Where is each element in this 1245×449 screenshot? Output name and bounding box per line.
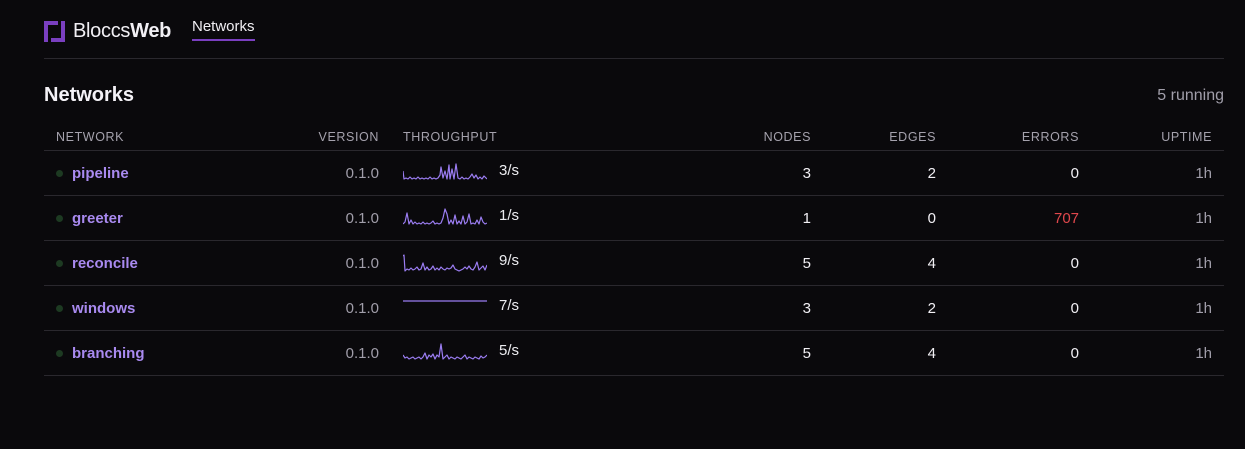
uptime-cell: 1h	[1091, 150, 1225, 196]
brand-name: BloccsWeb	[73, 20, 171, 43]
version-cell: 0.1.0	[274, 240, 391, 286]
col-header-edges[interactable]: EDGES	[823, 123, 949, 151]
throughput-sparkline-cell	[391, 240, 487, 286]
uptime-cell: 1h	[1091, 330, 1225, 376]
status-dot-icon	[56, 349, 63, 357]
col-header-network[interactable]: NETWORK	[44, 123, 274, 151]
version-cell: 0.1.0	[274, 285, 391, 331]
uptime-cell: 1h	[1091, 285, 1225, 331]
page-title: Networks	[44, 84, 135, 106]
version-cell: 0.1.0	[274, 150, 391, 196]
throughput-rate: 3/s	[499, 161, 520, 179]
networks-table: NETWORK VERSION THROUGHPUT NODES EDGES E…	[44, 123, 1225, 376]
version-cell: 0.1.0	[274, 195, 391, 241]
nodes-cell: 5	[653, 240, 824, 286]
network-link[interactable]: branching	[72, 345, 145, 362]
tab-networks[interactable]: Networks	[192, 18, 255, 41]
nodes-cell: 5	[653, 330, 824, 376]
network-link[interactable]: pipeline	[72, 165, 129, 182]
errors-cell: 0	[948, 330, 1092, 376]
uptime-cell: 1h	[1091, 195, 1225, 241]
throughput-rate: 5/s	[499, 341, 520, 359]
edges-cell: 0	[823, 195, 949, 241]
edges-cell: 4	[823, 240, 949, 286]
throughput-sparkline	[403, 300, 487, 302]
status-dot-icon	[56, 259, 63, 267]
errors-cell: 0	[948, 285, 1092, 331]
network-name-group: reconcile	[56, 255, 262, 272]
throughput-sparkline-cell	[391, 195, 487, 241]
throughput-sparkline	[403, 163, 487, 180]
throughput-rate-cell: 7/s	[487, 285, 654, 331]
throughput-rate: 7/s	[499, 296, 520, 314]
edges-cell: 2	[823, 285, 949, 331]
col-header-errors[interactable]: ERRORS	[948, 123, 1092, 151]
col-header-throughput[interactable]: THROUGHPUT	[391, 123, 654, 151]
network-cell: reconcile	[44, 240, 274, 286]
throughput-rate: 1/s	[499, 206, 520, 224]
throughput-sparkline	[403, 343, 487, 360]
network-cell: branching	[44, 330, 274, 376]
edges-cell: 2	[823, 150, 949, 196]
network-name-group: greeter	[56, 210, 262, 227]
throughput-sparkline-cell	[391, 330, 487, 376]
network-cell: pipeline	[44, 150, 274, 196]
network-cell: windows	[44, 285, 274, 331]
brand[interactable]: BloccsWeb	[44, 20, 171, 43]
network-cell: greeter	[44, 195, 274, 241]
throughput-rate-cell: 5/s	[487, 330, 654, 376]
table-header-row: NETWORK VERSION THROUGHPUT NODES EDGES E…	[44, 123, 1225, 151]
version-cell: 0.1.0	[274, 330, 391, 376]
col-header-uptime[interactable]: UPTIME	[1091, 123, 1225, 151]
errors-cell: 0	[948, 150, 1092, 196]
col-header-version[interactable]: VERSION	[274, 123, 391, 151]
throughput-rate: 9/s	[499, 251, 520, 269]
status-dot-icon	[56, 169, 63, 177]
brand-name-bold: Web	[130, 20, 172, 42]
throughput-sparkline-cell	[391, 150, 487, 196]
throughput-sparkline-cell	[391, 285, 487, 331]
uptime-cell: 1h	[1091, 240, 1225, 286]
throughput-rate-cell: 1/s	[487, 195, 654, 241]
section-header: Networks 5 running	[44, 59, 1224, 123]
network-link[interactable]: windows	[72, 300, 135, 317]
nodes-cell: 3	[653, 150, 824, 196]
network-name-group: pipeline	[56, 165, 262, 182]
network-link[interactable]: reconcile	[72, 255, 138, 272]
network-link[interactable]: greeter	[72, 210, 123, 227]
table-row[interactable]: branching 0.1.0 5/s 5 4 0 1h	[44, 330, 1225, 376]
throughput-rate-cell: 3/s	[487, 150, 654, 196]
brand-name-light: Bloccs	[73, 20, 131, 42]
table-row[interactable]: pipeline 0.1.0 3/s 3 2 0 1h	[44, 150, 1225, 196]
running-count: 5 running	[1157, 87, 1224, 104]
col-header-nodes[interactable]: NODES	[653, 123, 824, 151]
throughput-rate-cell: 9/s	[487, 240, 654, 286]
nodes-cell: 3	[653, 285, 824, 331]
nodes-cell: 1	[653, 195, 824, 241]
table-row[interactable]: greeter 0.1.0 1/s 1 0 707 1h	[44, 195, 1225, 241]
status-dot-icon	[56, 304, 63, 312]
edges-cell: 4	[823, 330, 949, 376]
table-row[interactable]: windows 0.1.0 7/s 3 2 0 1h	[44, 285, 1225, 331]
errors-cell: 0	[948, 240, 1092, 286]
top-nav: BloccsWeb Networks	[44, 0, 1224, 59]
network-name-group: windows	[56, 300, 262, 317]
bloccs-logo-icon	[44, 21, 65, 42]
page: BloccsWeb Networks Networks 5 running NE…	[44, 0, 1225, 376]
network-name-group: branching	[56, 345, 262, 362]
throughput-sparkline	[403, 208, 487, 225]
table-row[interactable]: reconcile 0.1.0 9/s 5 4 0 1h	[44, 240, 1225, 286]
throughput-sparkline	[403, 254, 487, 272]
errors-cell: 707	[948, 195, 1092, 241]
status-dot-icon	[56, 214, 63, 222]
